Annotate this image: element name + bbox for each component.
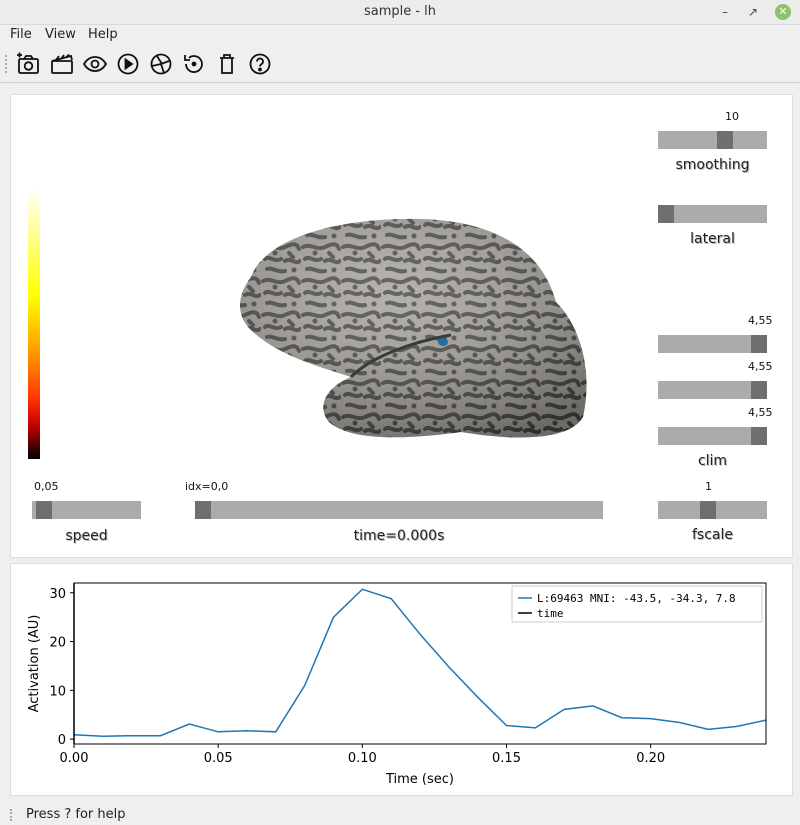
help-button[interactable] [247, 51, 273, 77]
screenshot-button[interactable] [15, 51, 41, 77]
menu-view[interactable]: View [45, 27, 76, 42]
lateral-slider[interactable] [658, 205, 767, 223]
title-bar: sample - lh – ↗ ✕ [0, 0, 800, 25]
speed-handle[interactable] [35, 501, 52, 519]
x-tick-label: 0.00 [60, 751, 89, 766]
status-text: Press ? for help [26, 807, 126, 822]
speed-slider[interactable] [32, 501, 141, 519]
clim-min-slider[interactable] [658, 335, 767, 353]
clim-label: clim [697, 453, 728, 469]
x-tick-label: 0.20 [636, 751, 665, 766]
screenshot-icon [17, 52, 39, 74]
fscale-handle[interactable] [699, 501, 716, 519]
restore-icon [184, 55, 203, 73]
trash-icon [220, 54, 234, 74]
legend-label: time [537, 607, 564, 620]
fscale-value: 1 [705, 480, 712, 493]
movie-icon [51, 53, 73, 74]
clim-min-value: 4,55 [748, 314, 773, 327]
timecourse-chart[interactable]: 0.00 0.05 0.10 0.15 0.20 0 10 20 30 Time (sec) Act… [11, 564, 792, 795]
time-label: time=0.000s [353, 528, 445, 544]
y-tick-label: 30 [49, 587, 66, 602]
colorbar [28, 187, 40, 459]
minimize-button[interactable]: – [716, 3, 734, 21]
clear-button[interactable] [214, 51, 240, 77]
clim-max-handle[interactable] [751, 427, 767, 445]
clim-min-handle[interactable] [751, 335, 767, 353]
x-tick-label: 0.10 [348, 751, 377, 766]
menu-bar: File View Help [0, 24, 800, 46]
time-slider[interactable] [195, 501, 603, 519]
play-icon [117, 53, 139, 75]
toolbar-grip[interactable] [5, 55, 10, 73]
y-tick-label: 10 [49, 684, 66, 699]
reset-camera-button[interactable] [148, 51, 174, 77]
smoothing-value: 10 [725, 110, 739, 123]
clim-mid-handle[interactable] [751, 381, 767, 399]
fscale-label: fscale [691, 527, 733, 543]
status-grip [10, 809, 15, 821]
y-axis-label: Activation (AU) [27, 615, 42, 713]
speed-label: speed [65, 528, 108, 544]
help-icon [249, 53, 271, 75]
smoothing-handle[interactable] [716, 131, 733, 149]
status-bar: Press ? for help [0, 804, 800, 825]
timecourse-plot-panel: 0.00 0.05 0.10 0.15 0.20 0 10 20 30 Time (sec) Act… [10, 563, 793, 796]
y-tick-label: 20 [49, 636, 66, 651]
movie-button[interactable] [49, 51, 75, 77]
time-index-value: idx=0,0 [185, 480, 229, 493]
clim-mid-slider[interactable] [658, 381, 767, 399]
restore-button-tool[interactable] [181, 51, 207, 77]
reset-camera-icon [150, 53, 172, 75]
clim-max-slider[interactable] [658, 427, 767, 445]
toolbar [0, 46, 800, 83]
time-handle[interactable] [195, 501, 211, 519]
legend-label: L:69463 MNI: -43.5, -34.3, 7.8 [537, 592, 736, 605]
menu-file[interactable]: File [10, 27, 32, 42]
y-tick-label: 0 [58, 733, 66, 748]
vertex-marker [438, 338, 448, 346]
restore-button[interactable]: ↗ [744, 3, 762, 21]
x-axis-label: Time (sec) [385, 772, 454, 787]
x-tick-label: 0.05 [204, 751, 233, 766]
x-tick-label: 0.15 [492, 751, 521, 766]
toggle-interface-button[interactable] [82, 51, 108, 77]
lateral-label: lateral [690, 231, 735, 247]
lateral-handle[interactable] [658, 205, 674, 223]
smoothing-label: smoothing [675, 157, 750, 173]
speed-value: 0,05 [34, 480, 59, 493]
brain-surface[interactable] [221, 207, 601, 442]
close-button[interactable]: ✕ [775, 4, 791, 20]
brain-3d-view[interactable]: 10 smoothing lateral 4,55 4,55 4,55 clim… [10, 94, 793, 558]
play-button[interactable] [115, 51, 141, 77]
fscale-slider[interactable] [658, 501, 767, 519]
smoothing-slider[interactable] [658, 131, 767, 149]
clim-max-value: 4,55 [748, 406, 773, 419]
window-title: sample - lh [363, 4, 437, 19]
clim-mid-value: 4,55 [748, 360, 773, 373]
menu-help[interactable]: Help [88, 27, 118, 42]
eye-icon [82, 56, 108, 72]
